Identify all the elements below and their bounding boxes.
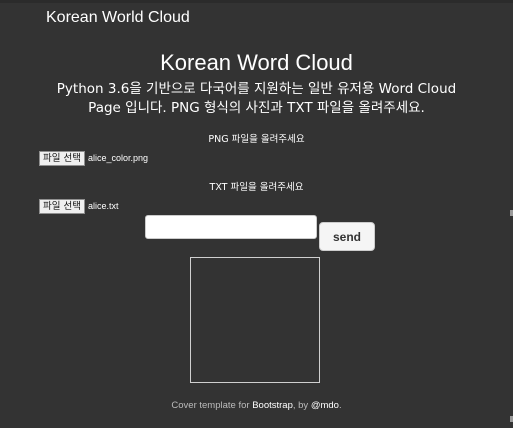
png-file-input[interactable]: 파일 선택 alice_color.png	[39, 150, 148, 166]
mdo-link[interactable]: @mdo	[311, 400, 339, 411]
page-title: Korean Word Cloud	[160, 50, 353, 75]
description-line-1: Python 3.6을 기반으로 다국어를 지원하는 일반 유저용 Word C…	[56, 81, 457, 97]
footer: Cover template for Bootstrap, by @mdo.	[0, 400, 513, 411]
text-input[interactable]	[145, 215, 317, 239]
footer-prefix: Cover template for	[171, 400, 253, 411]
navbar-brand[interactable]: Korean World Cloud	[46, 9, 190, 27]
bootstrap-link[interactable]: Bootstrap	[252, 400, 293, 411]
png-file-name: alice_color.png	[87, 153, 149, 163]
txt-upload-label: TXT 파일을 올려주세요	[209, 182, 304, 193]
footer-middle: , by	[292, 400, 311, 411]
wordcloud-image-preview	[190, 257, 320, 383]
footer-suffix: .	[338, 400, 342, 411]
send-button[interactable]: send	[319, 222, 375, 251]
png-file-select-button[interactable]: 파일 선택	[39, 150, 85, 166]
txt-file-name: alice.txt	[87, 201, 119, 211]
page-description: Python 3.6을 기반으로 다국어를 지원하는 일반 유저용 Word C…	[40, 80, 473, 118]
txt-file-select-button[interactable]: 파일 선택	[39, 198, 85, 214]
page-top-strip	[0, 0, 513, 3]
png-upload-label: PNG 파일을 올려주세요	[208, 134, 305, 145]
txt-file-input[interactable]: 파일 선택 alice.txt	[39, 198, 119, 214]
description-line-2: Page 입니다. PNG 형식의 사진과 TXT 파일을 올려주세요.	[88, 100, 425, 116]
